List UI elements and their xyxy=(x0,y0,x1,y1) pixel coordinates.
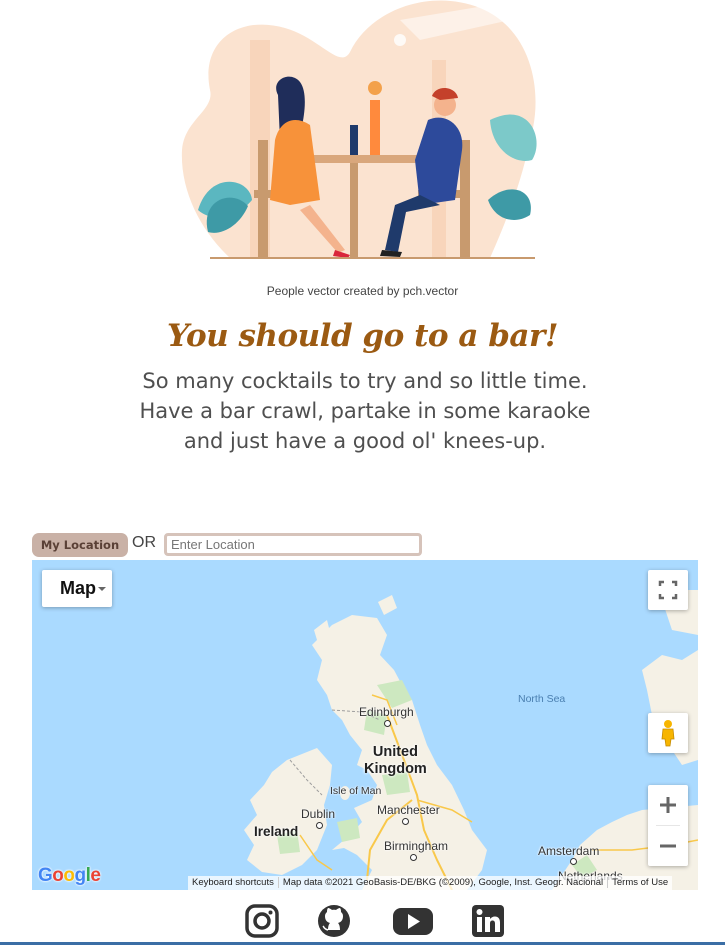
zoom-in-button[interactable] xyxy=(648,785,688,825)
keyboard-shortcuts-link[interactable]: Keyboard shortcuts xyxy=(188,877,278,888)
city-dot-dublin xyxy=(316,822,323,829)
map-label-ireland: Ireland xyxy=(254,824,299,839)
github-link[interactable] xyxy=(316,903,352,939)
location-controls: My Location OR xyxy=(32,532,432,558)
google-map[interactable]: Map North Sea Edinburgh United Kingdom I… xyxy=(32,560,698,890)
youtube-icon xyxy=(393,908,433,935)
github-icon xyxy=(318,905,350,937)
terms-link[interactable]: Terms of Use xyxy=(607,877,673,888)
activity-description: So many cocktails to try and so little t… xyxy=(139,369,591,453)
map-label-birmingham: Birmingham xyxy=(384,839,449,853)
map-label-dublin: Dublin xyxy=(301,807,336,821)
linkedin-link[interactable] xyxy=(470,903,506,939)
instagram-icon xyxy=(245,904,279,938)
linkedin-icon xyxy=(472,905,504,937)
instagram-link[interactable] xyxy=(244,903,280,939)
united-kingdom-line1: United xyxy=(372,744,418,760)
zoom-control xyxy=(648,785,688,866)
map-label-amsterdam: Amsterdam xyxy=(538,844,600,858)
google-logo[interactable]: Google xyxy=(38,865,101,887)
map-attribution: Keyboard shortcuts Map data ©2021 GeoBasi… xyxy=(188,876,673,890)
zoom-out-button[interactable] xyxy=(648,826,688,866)
city-dot-birmingham xyxy=(410,854,417,861)
map-label-edinburgh: Edinburgh xyxy=(359,705,414,719)
minus-icon xyxy=(660,844,676,848)
image-credit: People vector created by pch.vector xyxy=(266,284,459,298)
united-kingdom-line2: Kingdom xyxy=(364,761,427,777)
page-headline: You should go to a bar! xyxy=(167,318,558,354)
map-land-layer xyxy=(244,590,698,890)
location-input[interactable] xyxy=(164,533,422,556)
or-label: OR xyxy=(132,534,156,551)
street-view-pegman[interactable] xyxy=(648,713,688,753)
my-location-button[interactable]: My Location xyxy=(32,533,128,557)
map-type-label: Map xyxy=(60,578,96,598)
map-label-manchester: Manchester xyxy=(377,803,440,817)
youtube-link[interactable] xyxy=(392,903,434,939)
map-label-united-kingdom: United Kingdom xyxy=(364,744,427,778)
city-dot-amsterdam xyxy=(570,858,577,865)
city-dot-manchester xyxy=(402,818,409,825)
fullscreen-icon xyxy=(658,580,678,600)
plus-icon xyxy=(660,797,676,813)
city-dot-edinburgh xyxy=(384,720,391,727)
map-label-isle-of-man: Isle of Man xyxy=(330,785,382,797)
map-data-text: Map data ©2021 GeoBasis-DE/BKG (©2009), … xyxy=(277,877,608,888)
social-links xyxy=(0,900,725,942)
map-type-control[interactable]: Map xyxy=(42,570,112,607)
map-label-north-sea: North Sea xyxy=(518,693,566,705)
caret-down-icon xyxy=(98,587,106,591)
pegman-icon xyxy=(661,720,675,747)
dinner-date-illustration xyxy=(181,0,537,259)
fullscreen-button[interactable] xyxy=(648,570,688,610)
hero-illustration xyxy=(170,0,550,262)
